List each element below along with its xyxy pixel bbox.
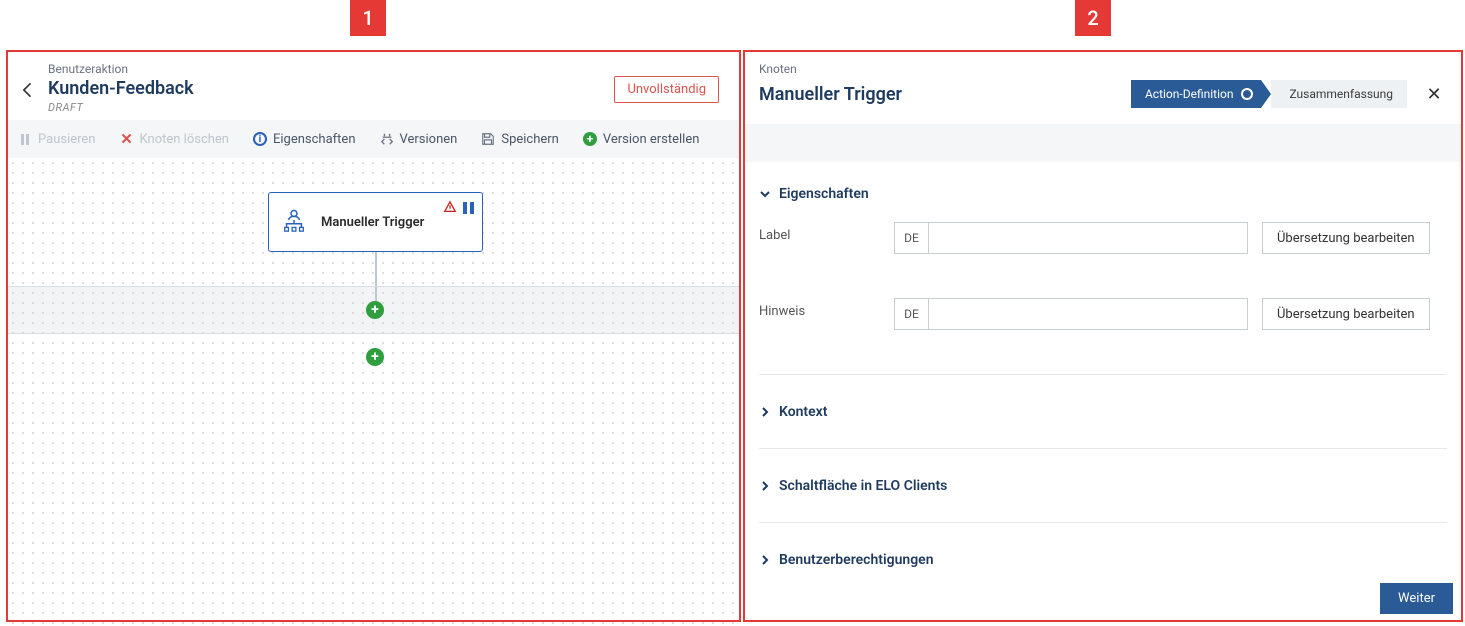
add-node-button-2[interactable]: + bbox=[366, 348, 384, 366]
annotation-marker-1: 1 bbox=[350, 0, 386, 36]
section-context-label: Kontext bbox=[779, 404, 827, 420]
versions-label: Versionen bbox=[400, 132, 458, 147]
crumb-next-label: Zusammenfassung bbox=[1289, 87, 1393, 101]
label-input[interactable] bbox=[928, 222, 1248, 254]
section-button-clients-header[interactable]: Schaltfläche in ELO Clients bbox=[759, 463, 1447, 508]
step-breadcrumb: Action-Definition Zusammenfassung bbox=[1131, 80, 1407, 108]
node-pause-icon bbox=[463, 199, 474, 218]
status-badge: Unvollständig bbox=[614, 76, 719, 103]
section-properties-label: Eigenschaften bbox=[779, 186, 869, 202]
step-indicator-icon bbox=[1241, 88, 1253, 100]
state-label: DRAFT bbox=[48, 101, 614, 114]
chevron-right-icon bbox=[759, 554, 771, 566]
hint-field-label: Hinweis bbox=[759, 298, 894, 319]
hint-input[interactable] bbox=[928, 298, 1248, 330]
versions-icon bbox=[380, 132, 394, 146]
lang-tag: DE bbox=[894, 222, 928, 254]
info-icon: i bbox=[253, 132, 267, 146]
pause-label: Pausieren bbox=[38, 132, 96, 147]
create-version-label: Version erstellen bbox=[603, 132, 700, 147]
back-button[interactable] bbox=[8, 80, 48, 100]
annotation-marker-2: 2 bbox=[1075, 0, 1111, 36]
pause-button[interactable]: Pausieren bbox=[18, 132, 96, 147]
trigger-node[interactable]: Manueller Trigger bbox=[268, 192, 483, 252]
versions-button[interactable]: Versionen bbox=[380, 132, 458, 147]
node-label: Manueller Trigger bbox=[321, 215, 424, 230]
designer-panel: Benutzeraktion Kunden-Feedback DRAFT Unv… bbox=[6, 50, 741, 622]
edit-translation-button[interactable]: Übersetzung bearbeiten bbox=[1262, 222, 1430, 254]
section-permissions-label: Benutzerberechtigungen bbox=[779, 552, 934, 568]
delete-icon: ✕ bbox=[120, 132, 134, 146]
category-label: Benutzeraktion bbox=[48, 62, 614, 76]
crumb-active-label: Action-Definition bbox=[1145, 87, 1234, 101]
chevron-right-icon bbox=[759, 406, 771, 418]
edit-translation-button[interactable]: Übersetzung bearbeiten bbox=[1262, 298, 1430, 330]
chevron-right-icon bbox=[759, 480, 771, 492]
panel-title: Manueller Trigger bbox=[759, 84, 902, 105]
delete-node-button[interactable]: ✕ Knoten löschen bbox=[120, 132, 229, 147]
warning-icon bbox=[443, 199, 457, 218]
delete-label: Knoten löschen bbox=[140, 132, 229, 147]
create-version-button[interactable]: + Version erstellen bbox=[583, 132, 700, 147]
toolbar: Pausieren ✕ Knoten löschen i Eigenschaft… bbox=[8, 120, 739, 158]
save-button[interactable]: Speichern bbox=[481, 132, 559, 147]
plus-icon: + bbox=[583, 132, 597, 146]
add-node-button[interactable]: + bbox=[366, 301, 384, 319]
section-permissions-header[interactable]: Benutzerberechtigungen bbox=[759, 537, 1447, 582]
next-button[interactable]: Weiter bbox=[1380, 583, 1453, 614]
label-field-label: Label bbox=[759, 222, 894, 243]
section-button-clients-label: Schaltfläche in ELO Clients bbox=[779, 478, 947, 494]
save-label: Speichern bbox=[501, 132, 559, 147]
flow-canvas[interactable]: Manueller Trigger + + bbox=[8, 158, 739, 626]
properties-label: Eigenschaften bbox=[273, 132, 356, 147]
section-properties-header[interactable]: Eigenschaften bbox=[759, 186, 1447, 202]
properties-panel: Knoten Manueller Trigger Action-Definiti… bbox=[743, 50, 1463, 622]
chevron-down-icon bbox=[759, 188, 771, 200]
page-title: Kunden-Feedback bbox=[48, 78, 614, 99]
save-icon bbox=[481, 132, 495, 146]
section-context-header[interactable]: Kontext bbox=[759, 389, 1447, 434]
lang-tag: DE bbox=[894, 298, 928, 330]
close-button[interactable]: ✕ bbox=[1421, 81, 1447, 107]
pause-icon bbox=[18, 132, 32, 146]
panel-subtitle: Knoten bbox=[759, 62, 1447, 76]
user-tree-icon bbox=[281, 207, 307, 237]
panel-toolbar bbox=[745, 124, 1461, 162]
crumb-action-definition[interactable]: Action-Definition bbox=[1131, 80, 1262, 108]
properties-button[interactable]: i Eigenschaften bbox=[253, 132, 356, 147]
crumb-summary[interactable]: Zusammenfassung bbox=[1271, 80, 1407, 108]
